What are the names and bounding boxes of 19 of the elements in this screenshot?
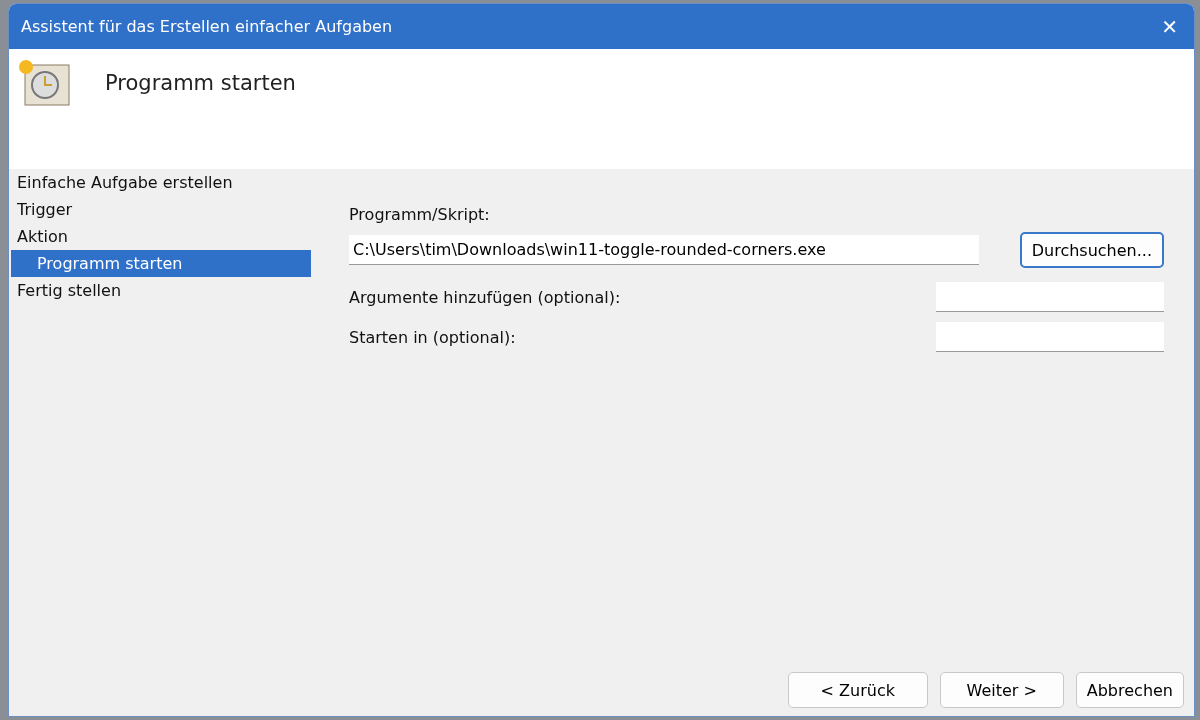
close-button[interactable]: ✕	[1157, 14, 1182, 39]
wizard-step[interactable]: Fertig stellen	[11, 277, 311, 304]
wizard-button[interactable]: Weiter >	[939, 672, 1064, 708]
wizard-step[interactable]: Programm starten	[11, 250, 311, 277]
wizard-button[interactable]: Abbrechen	[1075, 672, 1184, 708]
wizard-step[interactable]: Aktion	[11, 223, 311, 250]
wizard-step[interactable]: Trigger	[11, 196, 311, 223]
window-title: Assistent für das Erstellen einfacher Aufgaben	[21, 17, 393, 36]
field-label: Programm/Skript:	[349, 205, 491, 224]
wizard-step[interactable]: Einfache Aufgabe erstellen	[11, 169, 311, 196]
field-label: Starten in (optional):	[349, 327, 516, 347]
input-field[interactable]	[936, 282, 1164, 312]
input-field[interactable]	[936, 322, 1164, 352]
program-field[interactable]: C:\Users\tim\Downloads\win11-toggle-rounded-corners.exe	[349, 235, 979, 265]
field-label: Argumente hinzufügen (optional):	[349, 287, 621, 307]
page-title: Programm starten	[105, 71, 296, 95]
browse-button[interactable]: Durchsuchen...	[1019, 232, 1164, 268]
clock-calendar-icon	[17, 59, 71, 107]
wizard-button[interactable]: < Zurück	[787, 672, 928, 708]
